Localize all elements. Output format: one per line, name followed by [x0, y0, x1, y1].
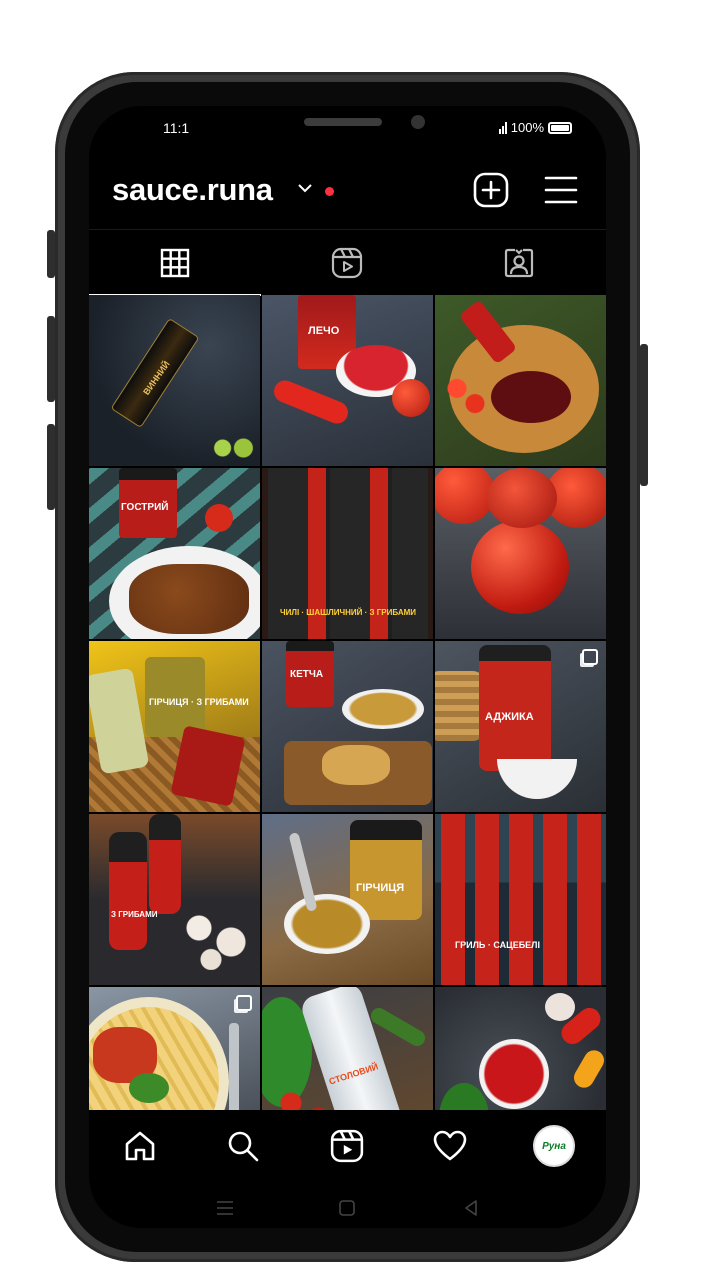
bottom-nav: Руна	[89, 1110, 606, 1182]
plus-square-icon[interactable]	[473, 172, 509, 208]
home-icon	[125, 1131, 155, 1161]
post-tile[interactable]	[435, 468, 606, 639]
post-tile[interactable]: АДЖИКА	[435, 641, 606, 812]
username[interactable]: sauce.runa	[112, 172, 273, 208]
post-label: ГРИЛЬ · САЦЕБЕЛІ	[455, 940, 540, 950]
post-tile[interactable]: ВИННИЙ	[89, 295, 260, 466]
post-bottle	[149, 814, 181, 914]
post-tile[interactable]	[435, 295, 606, 466]
battery-icon	[548, 121, 572, 134]
post-label: ЧИЛІ · ШАШЛИЧНИЙ · З ГРИБАМИ	[279, 608, 417, 617]
signal-icon	[498, 121, 507, 134]
notification-dot	[325, 187, 334, 196]
notch	[199, 106, 496, 148]
post-tomato	[487, 468, 557, 528]
silent-switch	[47, 424, 55, 510]
back-triangle-icon	[465, 1200, 477, 1216]
recent-apps-icon	[217, 1201, 233, 1215]
post-tomatoes	[445, 377, 485, 415]
post-basket	[435, 671, 483, 741]
post-bottle-rows	[435, 814, 606, 985]
post-tile[interactable]: ГОСТРИЙ	[89, 468, 260, 639]
post-sauce-pool	[491, 371, 571, 423]
post-spoon-dish	[284, 894, 370, 954]
volume-down-button	[47, 316, 55, 402]
heart-icon	[433, 1130, 467, 1161]
post-tomato	[205, 504, 233, 532]
phone-screen: 11:1 100% sauce.runa ВИННИЙ ЛЕЧО ГОСТРИЙ…	[89, 106, 606, 1228]
profile-avatar[interactable]: Руна	[533, 1125, 575, 1167]
nav-activity[interactable]	[432, 1128, 468, 1164]
post-garlic	[545, 993, 575, 1021]
system-back-button[interactable]	[459, 1196, 483, 1220]
system-nav-bar	[89, 1188, 606, 1228]
post-tile[interactable]: ЛЕЧО	[262, 295, 433, 466]
system-home-button[interactable]	[335, 1196, 359, 1220]
post-tomato-large	[471, 520, 569, 614]
post-bowl	[342, 689, 424, 729]
grid-icon	[160, 248, 190, 278]
posts-grid: ВИННИЙ ЛЕЧО ГОСТРИЙ ЧИЛІ · ШАШЛИЧНИЙ · З…	[89, 295, 606, 1158]
status-time: 11:1	[163, 120, 190, 136]
reels-icon	[330, 1129, 364, 1163]
post-tile[interactable]: ГІРЧИЦЯ	[262, 814, 433, 985]
post-tile[interactable]: КЕТЧА	[262, 641, 433, 812]
post-tile[interactable]: ЧИЛІ · ШАШЛИЧНИЙ · З ГРИБАМИ	[262, 468, 433, 639]
post-mushrooms	[175, 900, 255, 970]
post-pepper	[270, 377, 352, 427]
post-sauce-boat	[497, 759, 577, 799]
nav-search[interactable]	[225, 1128, 261, 1164]
post-tile[interactable]: З ГРИБАМИ	[89, 814, 260, 985]
post-tile[interactable]: ГРИЛЬ · САЦЕБЕЛІ	[435, 814, 606, 985]
nav-home[interactable]	[122, 1128, 158, 1164]
volume-up-button	[47, 230, 55, 278]
post-pepper	[570, 1046, 606, 1092]
reels-icon	[331, 247, 363, 279]
power-button	[640, 344, 648, 486]
post-grapes	[207, 437, 259, 459]
carousel-icon	[236, 995, 252, 1011]
post-bread	[322, 745, 390, 785]
nav-reels[interactable]	[329, 1128, 365, 1164]
post-label: ГОСТРИЙ	[121, 502, 169, 513]
profile-tabs	[89, 229, 606, 296]
post-label: КЕТЧА	[290, 669, 324, 680]
post-tomato	[392, 379, 430, 417]
post-label: З ГРИБАМИ	[111, 910, 158, 919]
tab-posts-grid[interactable]	[89, 230, 261, 296]
tab-reels[interactable]	[261, 230, 433, 296]
post-basil	[129, 1073, 169, 1103]
speaker-grille	[304, 118, 382, 126]
hamburger-menu-icon[interactable]	[543, 172, 579, 208]
carousel-icon	[582, 649, 598, 665]
post-food	[129, 564, 249, 634]
post-bowl	[479, 1039, 549, 1109]
post-tile[interactable]: ГІРЧИЦЯ · З ГРИБАМИ	[89, 641, 260, 812]
battery-percent: 100%	[510, 120, 544, 135]
profile-header: sauce.runa	[89, 162, 606, 218]
recent-apps-button[interactable]	[213, 1196, 237, 1220]
chevron-down-icon[interactable]	[297, 182, 313, 194]
post-label: ГІРЧИЦЯ · З ГРИБАМИ	[149, 697, 249, 707]
tagged-person-icon	[504, 248, 534, 278]
front-camera	[411, 115, 425, 129]
post-jar	[479, 645, 551, 771]
post-tomato	[435, 468, 495, 524]
search-icon	[228, 1131, 259, 1162]
post-label: ЛЕЧО	[308, 325, 340, 337]
post-bottle	[109, 832, 147, 950]
avatar-brand-label: Руна	[542, 1140, 566, 1152]
tab-tagged[interactable]	[433, 230, 605, 296]
post-label: ГІРЧИЦЯ	[356, 882, 405, 894]
post-label: АДЖИКА	[485, 711, 534, 723]
square-home-icon	[339, 1200, 355, 1216]
status-right: 100%	[498, 120, 572, 135]
